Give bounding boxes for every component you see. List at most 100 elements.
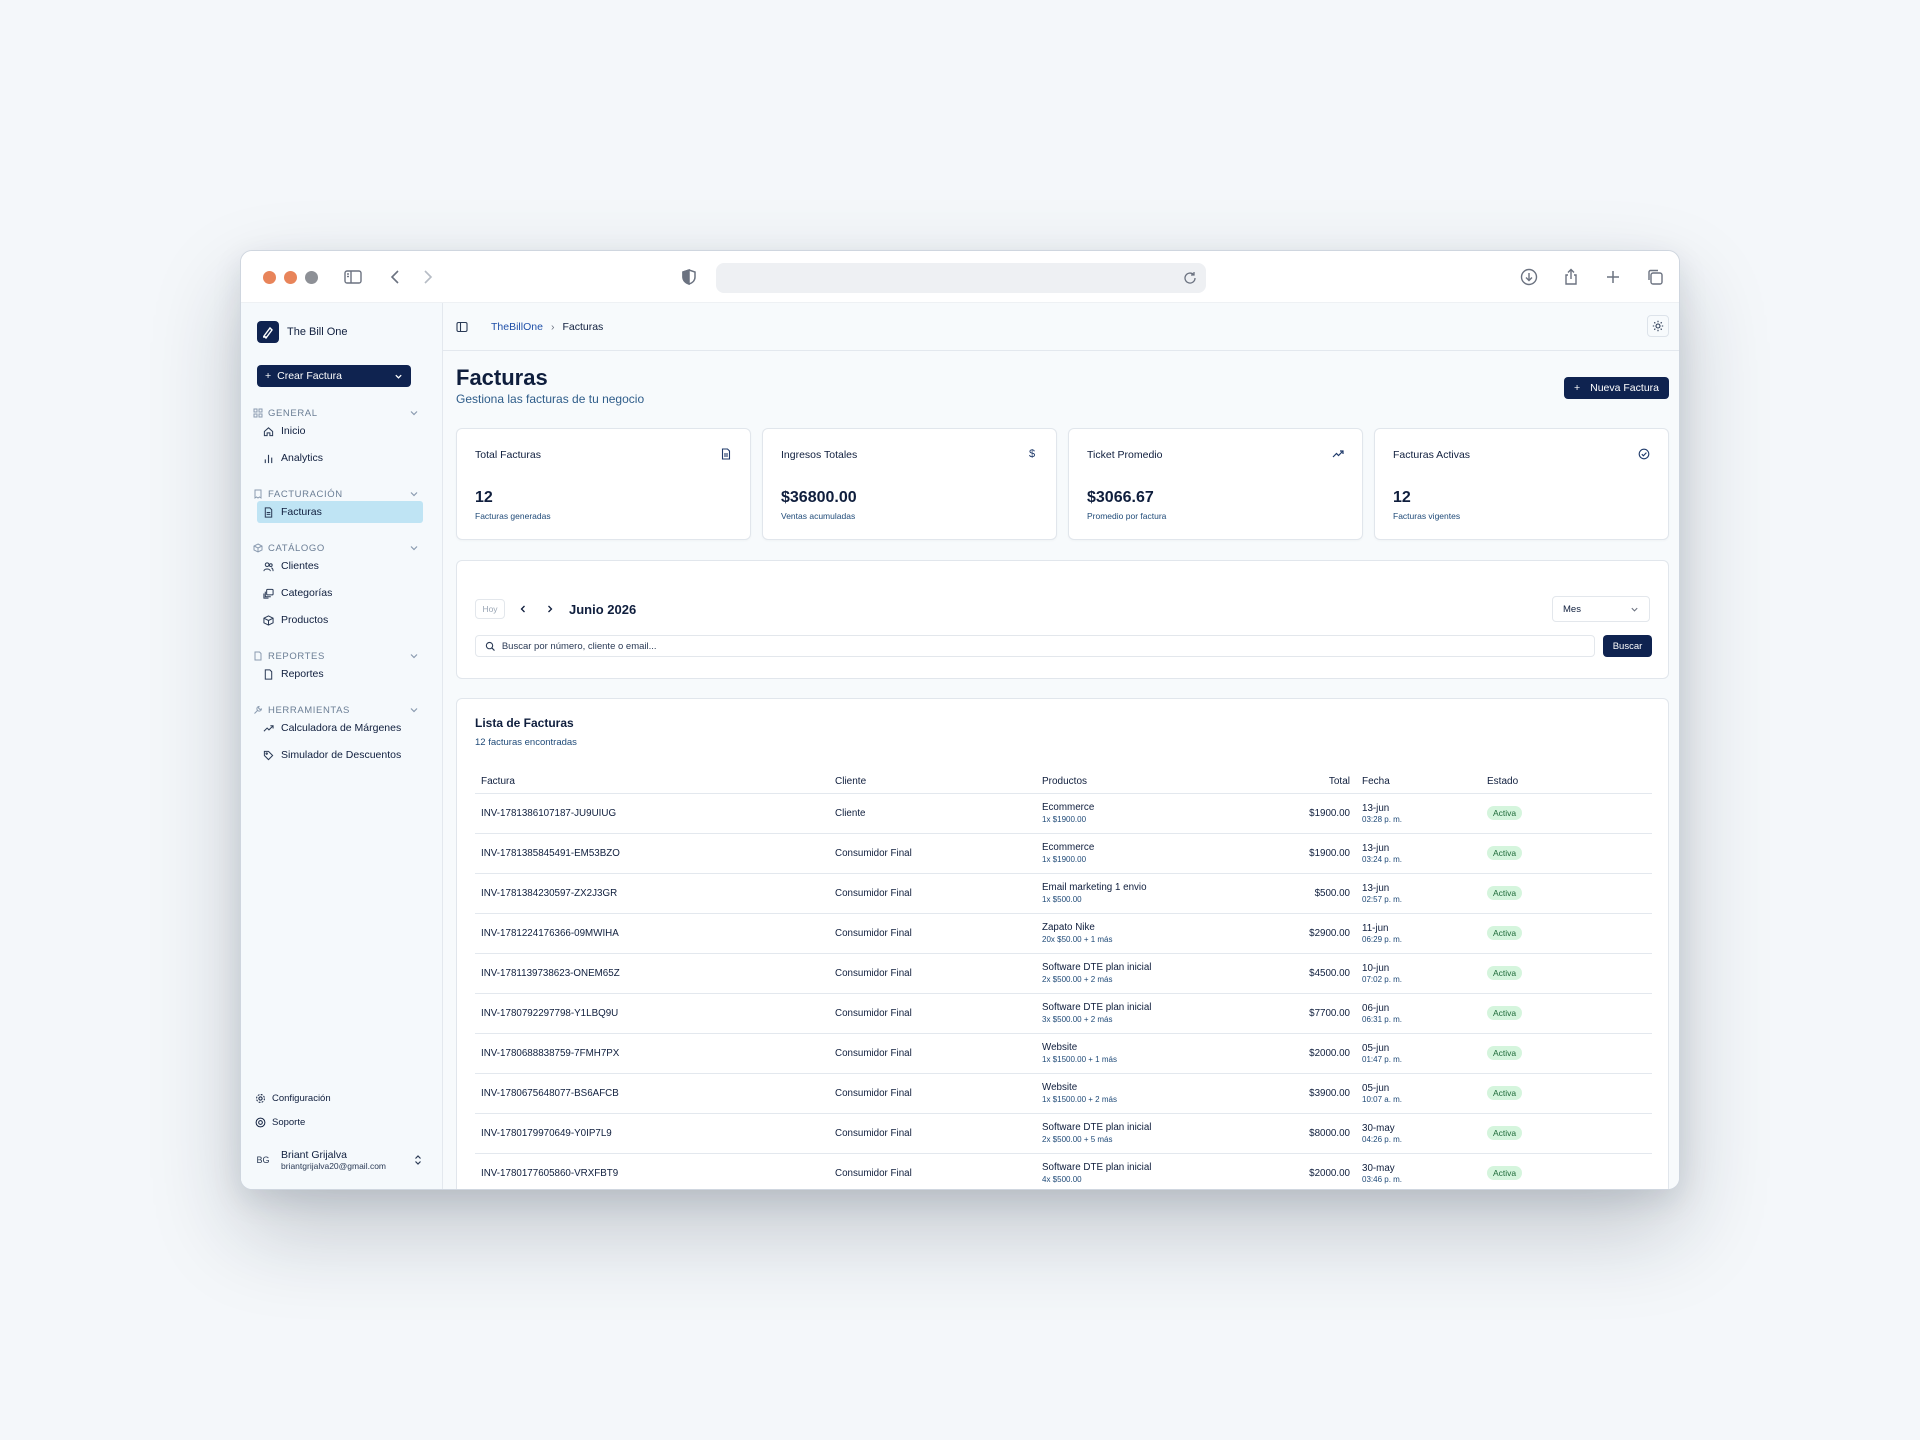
invoice-id[interactable]: INV-1780792297798-Y1LBQ9U	[475, 993, 829, 1034]
view-select[interactable]: Mes	[1552, 596, 1650, 622]
chevrons-up-down-icon	[415, 1155, 421, 1165]
table-row[interactable]: INV-1781139738623-ONEM65Z Consumidor Fina…	[475, 953, 1652, 994]
search-button[interactable]: Buscar	[1603, 635, 1652, 657]
status-badge: Activa	[1487, 846, 1523, 860]
settings-link[interactable]: Configuración	[255, 1093, 331, 1104]
invoice-id[interactable]: INV-1780688838759-7FMH7PX	[475, 1033, 829, 1074]
date-time: 03:46 p. m.	[1362, 1174, 1403, 1184]
table-row[interactable]: INV-1780179970649-Y0IP7L9 Consumidor Fina…	[475, 1113, 1652, 1154]
section-herramientas[interactable]: HERRAMIENTAS	[253, 703, 419, 717]
sidebar-item-inicio[interactable]: Inicio	[257, 420, 423, 442]
sidebar-item-categorias[interactable]: Categorías	[257, 582, 423, 604]
invoice-client: Consumidor Final	[829, 833, 1036, 874]
minimize-window-button[interactable]	[284, 271, 297, 284]
invoice-client: Consumidor Final	[829, 993, 1036, 1034]
chevron-down-icon	[410, 708, 418, 713]
breadcrumb-current: Facturas	[562, 321, 604, 333]
invoice-total: $500.00	[1236, 873, 1356, 914]
back-icon[interactable]	[383, 265, 407, 289]
invoice-id[interactable]: INV-1781386107187-JU9UIUG	[475, 793, 829, 834]
sidebar-item-label: Analytics	[281, 452, 324, 464]
invoice-id[interactable]: INV-1780675648077-BS6AFCB	[475, 1073, 829, 1114]
stat-value: $36800.00	[781, 489, 857, 506]
status-badge: Activa	[1487, 1046, 1523, 1060]
column-header: Fecha	[1356, 771, 1481, 794]
sidebar-item-simulador[interactable]: Simulador de Descuentos	[257, 744, 423, 766]
stat-sub: Promedio por factura	[1087, 511, 1167, 521]
table-row[interactable]: INV-1781385845491-EM53BZO Consumidor Fina…	[475, 833, 1652, 874]
invoice-list-card: Lista de Facturas 12 facturas encontrada…	[456, 698, 1669, 1189]
panel-toggle-icon[interactable]	[456, 321, 468, 333]
invoice-products: Website 1x $1500.00 + 2 más	[1036, 1073, 1236, 1114]
invoice-products: Email marketing 1 envio 1x $500.00	[1036, 873, 1236, 914]
trending-up-icon	[263, 724, 274, 732]
product-detail: 2x $500.00 + 5 más	[1042, 1135, 1113, 1144]
layers-icon	[263, 588, 274, 599]
search-input[interactable]	[501, 640, 1585, 652]
invoice-total: $2900.00	[1236, 913, 1356, 954]
support-link[interactable]: Soporte	[255, 1117, 305, 1128]
breadcrumb-root[interactable]: TheBillOne	[491, 321, 543, 333]
forward-icon[interactable]	[416, 265, 440, 289]
sidebar-item-reportes[interactable]: Reportes	[257, 663, 423, 685]
table-row[interactable]: INV-1781224176366-09MWIHA Consumidor Fina…	[475, 913, 1652, 954]
section-reportes[interactable]: REPORTES	[253, 649, 419, 663]
privacy-shield-icon[interactable]	[677, 265, 701, 289]
theme-toggle-button[interactable]	[1647, 315, 1669, 337]
sidebar-item-facturas[interactable]: Facturas	[257, 501, 423, 523]
invoice-client: Consumidor Final	[829, 913, 1036, 954]
invoice-id[interactable]: INV-1781224176366-09MWIHA	[475, 913, 829, 954]
invoice-id[interactable]: INV-1781385845491-EM53BZO	[475, 833, 829, 874]
invoice-total: $1900.00	[1236, 793, 1356, 834]
sun-icon	[1652, 320, 1664, 332]
brand[interactable]: The Bill One	[257, 321, 348, 343]
create-invoice-button[interactable]: + Crear Factura	[257, 365, 411, 387]
new-invoice-button[interactable]: + Nueva Factura	[1563, 377, 1669, 399]
sidebar-item-calculadora[interactable]: Calculadora de Márgenes	[257, 717, 423, 739]
section-catalogo[interactable]: CATÁLOGO	[253, 541, 419, 555]
date-day: 11-jun	[1362, 922, 1389, 934]
close-window-button[interactable]	[263, 271, 276, 284]
table-row[interactable]: INV-1780177605860-VRXFBT9 Consumidor Fina…	[475, 1153, 1652, 1189]
sidebar-toggle-icon[interactable]	[341, 265, 365, 289]
table-row[interactable]: INV-1781384230597-ZX2J3GR Consumidor Fina…	[475, 873, 1652, 914]
table-row[interactable]: INV-1781386107187-JU9UIUG Cliente Ecommerc…	[475, 793, 1652, 834]
avatar: BG	[256, 1155, 270, 1165]
tab-overview-icon[interactable]	[1643, 265, 1667, 289]
lifebuoy-icon	[255, 1117, 266, 1128]
invoice-id[interactable]: INV-1781139738623-ONEM65Z	[475, 953, 829, 994]
date-day: 13-jun	[1362, 882, 1390, 894]
stat-label: Total Facturas	[475, 449, 541, 461]
invoice-id[interactable]: INV-1780179970649-Y0IP7L9	[475, 1113, 829, 1154]
sidebar-item-analytics[interactable]: Analytics	[257, 447, 423, 469]
table-row[interactable]: INV-1780688838759-7FMH7PX Consumidor Fina…	[475, 1033, 1652, 1074]
next-month-button[interactable]	[541, 599, 559, 619]
document-icon	[254, 651, 262, 661]
invoice-id[interactable]: INV-1780177605860-VRXFBT9	[475, 1153, 829, 1189]
section-general[interactable]: GENERAL	[253, 406, 419, 420]
product-name: Website	[1042, 1042, 1078, 1053]
chevron-down-icon	[410, 546, 418, 551]
sidebar-item-clientes[interactable]: Clientes	[257, 555, 423, 577]
user-menu[interactable]: BG Briant Grijalva briantgrijalva20@gmai…	[253, 1149, 423, 1171]
section-facturacion[interactable]: FACTURACIÓN	[253, 487, 419, 501]
prev-month-button[interactable]	[514, 599, 532, 619]
receipt-icon	[254, 489, 262, 499]
share-icon[interactable]	[1559, 265, 1583, 289]
invoice-date: 13-jun 03:28 p. m.	[1356, 793, 1481, 834]
address-bar[interactable]	[716, 263, 1206, 293]
table-row[interactable]: INV-1780792297798-Y1LBQ9U Consumidor Fina…	[475, 993, 1652, 1034]
today-button[interactable]: Hoy	[475, 599, 505, 619]
download-icon[interactable]	[1517, 265, 1541, 289]
date-day: 05-jun	[1362, 1082, 1390, 1094]
table-row[interactable]: INV-1780675648077-BS6AFCB Consumidor Fina…	[475, 1073, 1652, 1114]
product-name: Software DTE plan inicial	[1042, 1122, 1152, 1133]
date-time: 06:29 p. m.	[1362, 934, 1403, 944]
zoom-window-button[interactable]	[305, 271, 318, 284]
invoice-products: Software DTE plan inicial 2x $500.00 + 2 …	[1036, 953, 1236, 994]
sidebar-item-productos[interactable]: Productos	[257, 609, 423, 631]
reload-icon[interactable]	[1182, 270, 1198, 286]
invoice-id[interactable]: INV-1781384230597-ZX2J3GR	[475, 873, 829, 914]
topbar: TheBillOne › Facturas	[443, 303, 1679, 351]
new-tab-icon[interactable]	[1601, 265, 1625, 289]
